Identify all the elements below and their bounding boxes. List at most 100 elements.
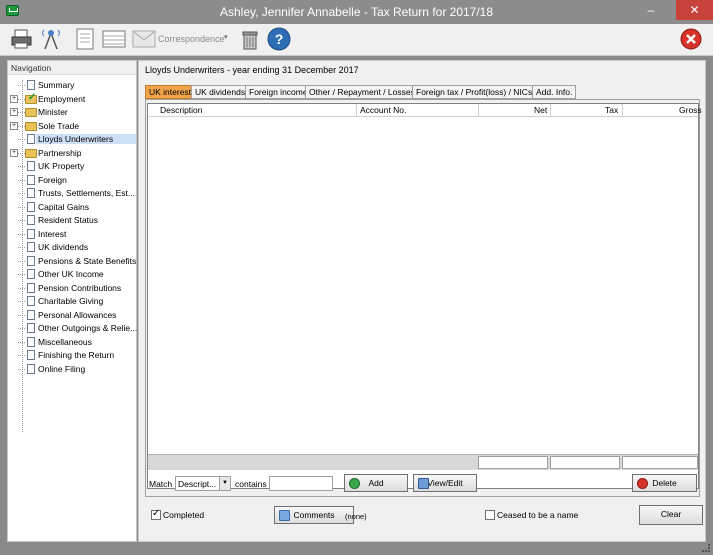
communications-button[interactable] [38,27,64,51]
document-icon [27,228,35,239]
correspondence-menu[interactable]: Correspondence ▾ [131,27,231,51]
list-form-button[interactable] [101,27,127,51]
delete-icon [637,478,648,489]
tab-foreign-tax[interactable]: Foreign tax / Profit(loss) / NICs [412,85,537,99]
ceased-label: Ceased to be a name [497,510,579,520]
exit-icon [680,28,702,50]
column-gross[interactable]: Gross [679,105,702,116]
nav-item-label: Lloyds Underwriters [36,134,136,144]
nav-item[interactable]: UK Property [8,160,136,173]
delete-client-button[interactable] [237,27,263,51]
document-icon [27,215,35,225]
view-edit-label: View/Edit [427,478,463,488]
close-window-button[interactable]: ✕ [676,0,713,20]
tax-total-cell [550,456,620,469]
minimize-button[interactable]: – [637,0,665,20]
add-button[interactable]: Add [344,474,408,492]
nav-item[interactable]: Finishing the Return [8,349,136,362]
nav-item[interactable]: Interest [8,228,136,241]
tree-connector [18,355,25,356]
nav-item[interactable]: Other UK Income [8,268,136,281]
form-button[interactable] [72,27,98,51]
nav-item[interactable]: Personal Allowances [8,309,136,322]
search-input[interactable] [269,476,333,491]
nav-item[interactable]: UK dividends [8,241,136,254]
column-description[interactable]: Description [160,105,203,116]
match-field-select[interactable]: Descript... ▼ [175,476,231,491]
tree-connector [18,166,25,167]
add-label: Add [368,478,384,488]
tab-foreign-income[interactable]: Foreign income [245,85,312,99]
expand-icon[interactable]: + [10,108,18,116]
tree-connector [18,314,25,316]
resize-grip[interactable] [702,544,710,552]
tab-add-info[interactable]: Add. Info. [532,85,577,99]
tab-other-repayment-losses[interactable]: Other / Repayment / Losses [305,85,419,99]
check-icon: ✓ [28,91,37,103]
help-icon: ? [267,27,291,51]
title-bar: Ashley, Jennifer Annabelle - Tax Return … [0,0,713,24]
tree-connector [18,206,25,208]
nav-item[interactable]: + ✓ Employment [8,91,136,106]
nav-item-label: Resident Status [38,215,99,225]
tree-connector [18,328,25,329]
nav-item[interactable]: Online Filing [8,363,136,376]
nav-item[interactable]: Pensions & State Benefits [8,255,136,268]
exit-button[interactable] [678,27,704,51]
nav-item[interactable]: Capital Gains [8,201,136,214]
nav-item[interactable]: + Partnership [8,147,136,160]
nav-item[interactable]: + Sole Trade [8,120,136,133]
column-separator [356,104,357,117]
nav-item[interactable]: Lloyds Underwriters [8,133,136,146]
tab-uk-interest[interactable]: UK interest [145,85,196,99]
column-separator [478,104,479,117]
svg-text:?: ? [275,31,284,47]
column-separator [622,104,623,117]
nav-item[interactable]: Other Outgoings & Relie... [8,322,137,335]
folder-icon [25,121,37,131]
nav-item[interactable]: Trusts, Settlements, Est... [8,187,136,200]
completed-checkbox[interactable] [151,508,161,520]
match-field-value: Descript... [178,479,217,489]
nav-item-label: Personal Allowances [38,309,117,320]
tree-connector [18,368,25,370]
delete-button[interactable]: Delete [632,474,697,492]
nav-item[interactable]: Pension Contributions [8,282,136,295]
nav-item-label: Minister [38,107,68,117]
column-account-no[interactable]: Account No. [360,105,406,116]
nav-item-label: Charitable Giving [38,296,104,306]
chevron-down-icon[interactable]: ▼ [219,477,230,490]
net-total-cell [478,456,548,469]
main-panel: Lloyds Underwriters - year ending 31 Dec… [138,60,706,542]
tree-connector [18,98,25,100]
table-header: Description Account No. Net Tax Gross [148,104,702,117]
tree-connector [18,274,25,275]
document-icon [27,80,35,90]
column-tax[interactable]: Tax [605,105,618,116]
expand-icon[interactable]: + [10,121,18,130]
form-icon [76,28,94,50]
interest-table[interactable]: Description Account No. Net Tax Gross [147,103,702,489]
nav-item[interactable]: Foreign [8,174,136,187]
nav-item[interactable]: Resident Status [8,214,136,227]
nav-item[interactable]: + Minister [8,106,136,119]
help-button[interactable]: ? [266,27,292,51]
ceased-checkbox[interactable] [485,510,495,520]
nav-item-label: Trusts, Settlements, Est... [38,188,135,198]
nav-item[interactable]: Summary [8,79,136,92]
bin-icon [242,31,258,50]
tab-uk-dividends[interactable]: UK dividends [191,85,250,99]
expand-icon[interactable]: + [10,148,18,157]
window-title: Ashley, Jennifer Annabelle - Tax Return … [219,5,494,19]
comments-button[interactable]: Comments [274,506,354,524]
nav-item[interactable]: Miscellaneous [8,336,136,349]
match-label: Match [149,479,173,489]
comments-status: (none) [345,512,367,521]
expand-icon[interactable]: + [10,94,18,103]
view-edit-button[interactable]: View/Edit [413,474,477,492]
clear-button[interactable]: Clear [639,505,703,525]
print-button[interactable] [9,27,35,51]
column-net[interactable]: Net [534,105,547,116]
nav-item[interactable]: Charitable Giving [8,295,136,308]
document-icon [27,161,35,171]
